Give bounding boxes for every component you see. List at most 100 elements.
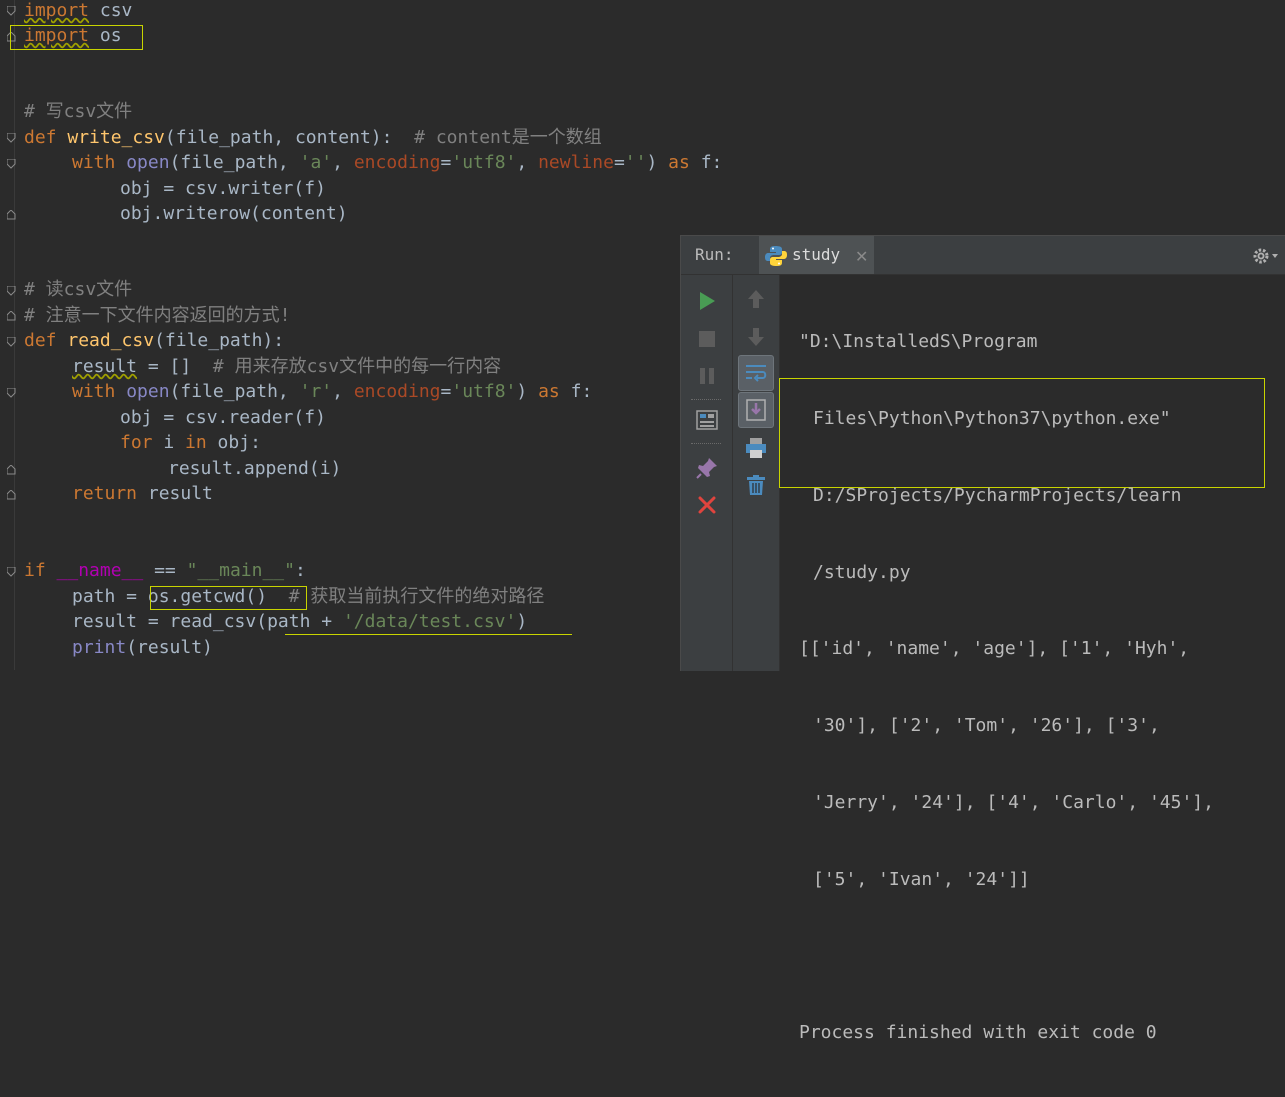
code-line: def read_csv(file_path): [24,328,284,353]
console-output[interactable]: "D:\InstalledS\Program Files\Python\Pyth… [799,278,1279,1097]
params: (file_path, content): [164,127,393,148]
arrow-down-icon[interactable] [744,325,768,349]
identifier: result [72,356,138,377]
close-icon[interactable]: ✕ [855,247,868,266]
keyword: def [24,330,57,351]
punct: = [440,152,452,173]
comment: # 注意一下文件内容返回的方式! [24,305,291,326]
builtin: open [126,381,170,402]
code-line: obj.writerow(content) [120,201,348,226]
string: 'r' [299,381,333,402]
code-line: # 读csv文件 [24,277,132,302]
fold-close-icon[interactable] [7,210,16,220]
run-header: Run: study ✕ [681,236,1285,275]
tab-study[interactable]: study ✕ [759,236,874,274]
comment: # 获取当前执行文件的绝对路径 [277,586,545,607]
builtin: print [72,637,127,658]
statement: result = read_csv( [72,611,268,632]
gear-icon[interactable] [1251,246,1281,266]
punct: = [440,381,452,402]
stop-icon[interactable] [695,327,719,351]
console-line: Files\Python\Python37\python.exe" [813,407,1171,429]
keyword: if [24,560,46,581]
run-toolbar-secondary [733,275,780,671]
fold-open-icon[interactable] [7,133,16,143]
args: (result) [126,637,213,658]
fold-close-icon[interactable] [7,465,16,475]
identifier: __name__ [56,560,144,581]
code-line: with open(file_path, 'a', encoding='utf8… [72,150,722,175]
arrow-up-icon[interactable] [744,287,768,311]
highlight-box [10,25,143,50]
identifier: i [152,432,186,453]
keyword: in [185,432,207,453]
statement: = [] [137,356,213,377]
statement: result.append(i) [168,458,342,479]
fold-open-icon[interactable] [7,337,16,347]
separator [691,399,721,400]
console-line: '30'], ['2', 'Tom', '26'], ['3', [813,715,1160,737]
statement: obj.writerow(content) [120,203,348,224]
keyword: with [72,381,116,402]
punct: , [516,152,539,173]
fold-open-icon[interactable] [7,286,16,296]
punct: ) [516,381,528,402]
code-line: result = read_csv(path + '/data/test.csv… [72,609,527,634]
string: 'utf8' [451,152,517,173]
code-line: path = os.getcwd() # 获取当前执行文件的绝对路径 [72,584,544,609]
string: 'a' [299,152,333,173]
run-panel: Run: study ✕ "D:\InstalledS\Program File… [680,235,1285,1043]
console-line: 'Jerry', '24'], ['4', 'Carlo', '45'], [813,791,1214,813]
identifier: obj: [206,432,261,453]
args: (file_path, [169,381,300,402]
keyword: as [668,152,690,173]
keyword: with [72,152,116,173]
kwarg: encoding [353,152,441,173]
code-line: # 写csv文件 [24,99,132,124]
kwarg: newline [538,152,614,173]
identifier: f: [570,381,593,402]
run-label: Run: [695,245,734,264]
code-line: for i in obj: [120,430,261,455]
comment: # 读csv文件 [24,279,133,300]
scroll-to-end-button[interactable] [738,392,774,428]
function-name: write_csv [67,127,165,148]
keyword: return [72,483,138,504]
trash-icon[interactable] [744,473,768,497]
kwarg: encoding [353,381,441,402]
keyword: def [24,127,57,148]
separator [691,443,721,444]
code-line: if __name__ == "__main__": [24,558,306,583]
code-line: print(result) [72,635,213,660]
punct: , [332,152,354,173]
statement: path + [267,611,343,632]
tab-label: study [792,245,841,264]
run-icon[interactable] [695,289,719,313]
builtin: open [126,152,170,173]
punct: == [143,560,187,581]
console-line: /study.py [813,561,911,583]
statement: path = [72,586,148,607]
fold-close-icon[interactable] [7,311,16,321]
console-line: "D:\InstalledS\Program [799,331,1038,353]
code-line: result.append(i) [168,456,341,481]
soft-wrap-button[interactable] [738,355,774,391]
fold-open-icon[interactable] [7,159,16,169]
close-icon[interactable] [695,493,719,517]
fold-close-icon[interactable] [7,490,16,500]
fold-open-icon[interactable] [7,388,16,398]
fold-open-icon[interactable] [7,6,16,16]
highlight-box [150,586,307,610]
punct: : [294,560,306,581]
pin-icon[interactable] [695,456,719,480]
string: 'utf8' [451,381,517,402]
dump-threads-icon[interactable] [695,408,719,432]
code-line: # 注意一下文件内容返回的方式! [24,303,291,328]
pause-icon[interactable] [695,364,719,388]
python-icon [765,245,787,267]
fold-open-icon[interactable] [7,567,16,577]
params: (file_path): [154,330,285,351]
print-icon[interactable] [744,436,768,460]
keyword: import [24,0,90,21]
